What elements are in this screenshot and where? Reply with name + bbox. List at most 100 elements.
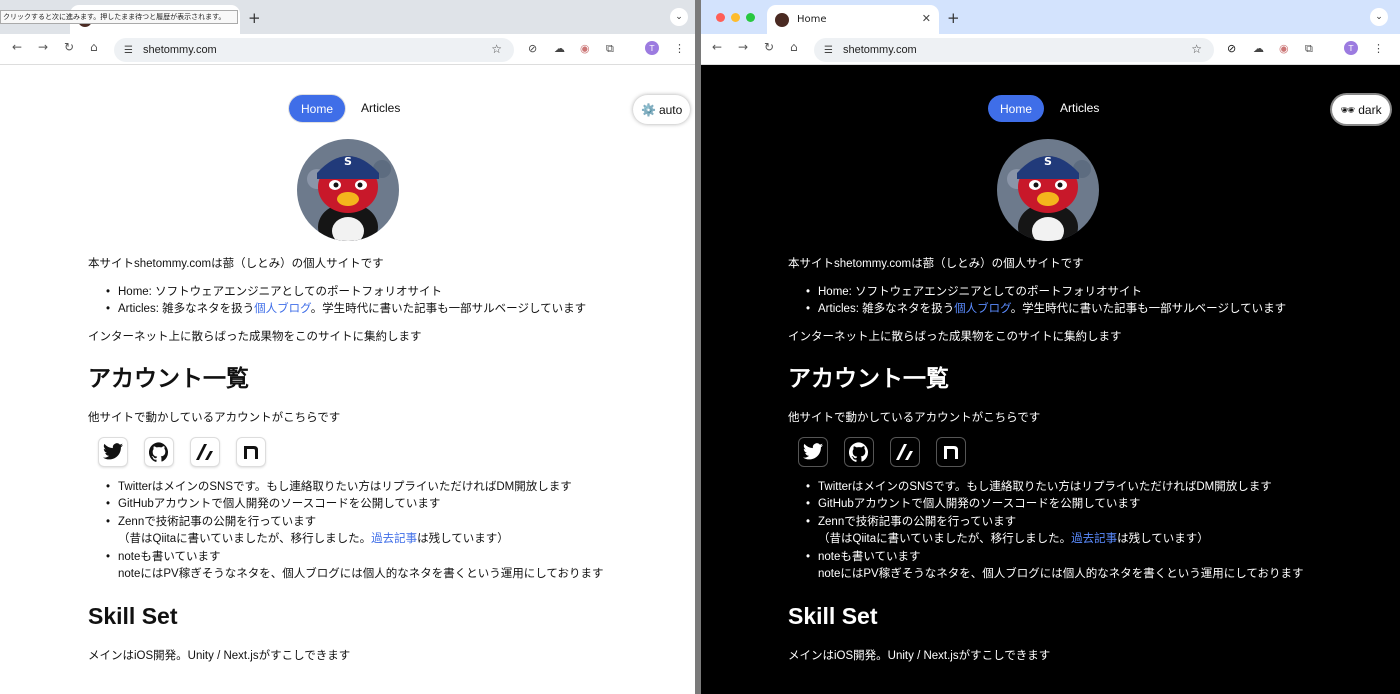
new-tab-button[interactable]: + (947, 9, 960, 27)
intro-articles-text: Articles: 雑多なネタを扱う (118, 303, 255, 315)
browser-toolbar: ← → ↻ ⌂ ☰ shetommy.com ☆ ⊘ ☁ ◉ ⧉ ⋮ (701, 34, 1400, 65)
zoom-window-icon[interactable] (746, 13, 755, 22)
tab-home[interactable]: Home ✕ (767, 5, 939, 34)
list-item: Home: ソフトウェアエンジニアとしてのポートフォリオサイト (106, 284, 608, 302)
accounts-desc: 他サイトで動かしているアカウントがこちらです (788, 412, 1041, 424)
page-content: Home Articles 🕶 dark S 本サイトshetommy.comは… (701, 65, 1400, 694)
tab-strip: Home ✕ クリックすると次に進みます。押したまま待つと履歴が表示されます。 … (0, 0, 695, 34)
block-icon[interactable]: ⊘ (528, 42, 537, 55)
bookmark-star-icon[interactable]: ☆ (491, 42, 502, 56)
minimize-window-icon[interactable] (731, 13, 740, 22)
github-icon[interactable] (144, 436, 174, 467)
nav-home-button[interactable]: Home (289, 95, 345, 122)
intro-articles-suffix: 。学生時代に書いた記事も一部サルベージしています (310, 303, 587, 315)
tab-search-button[interactable]: ⌄ (1370, 8, 1388, 26)
forward-arrow-icon[interactable]: → (38, 40, 48, 54)
intro-text: 本サイトshetommy.comは蔀（しとみ）の個人サイトです (788, 258, 1084, 270)
list-item: Articles: 雑多なネタを扱う個人ブログ。学生時代に書いた記事も一部サルベ… (106, 301, 608, 319)
nav-articles-link[interactable]: Articles (361, 101, 400, 115)
theme-toggle-button[interactable]: ⚙️ auto (633, 95, 691, 124)
block-icon[interactable]: ⊘ (1227, 42, 1236, 55)
github-desc: GitHubアカウントで個人開発のソースコードを公開しています (818, 498, 1141, 510)
main-article: 本サイトshetommy.comは蔀（しとみ）の個人サイトです Home: ソフ… (788, 256, 1308, 665)
sunglasses-icon: 🕶 (1340, 102, 1356, 117)
list-item: Home: ソフトウェアエンジニアとしてのポートフォリオサイト (806, 284, 1308, 302)
profile-avatar[interactable]: T (1344, 41, 1358, 55)
back-arrow-icon[interactable]: ← (712, 40, 722, 54)
blog-link[interactable]: 個人ブログ (954, 303, 1011, 315)
reload-icon[interactable]: ↻ (764, 40, 774, 54)
close-window-icon[interactable] (716, 13, 725, 22)
skill-desc: メインはiOS開発。Unity / Next.jsがすこしできます (788, 649, 1051, 662)
bookmark-star-icon[interactable]: ☆ (1191, 42, 1202, 56)
extension-avatar-icon[interactable]: ◉ (580, 42, 590, 55)
accounts-heading: アカウント一覧 (88, 365, 249, 391)
site-info-icon[interactable]: ☰ (124, 45, 133, 56)
twitter-icon[interactable] (98, 436, 128, 467)
note-icon[interactable] (936, 436, 966, 467)
list-item: TwitterはメインのSNSです。もし連絡取りたい方はリプライいただければDM… (806, 479, 1308, 497)
list-item: Articles: 雑多なネタを扱う個人ブログ。学生時代に書いた記事も一部サルベ… (806, 301, 1308, 319)
close-tab-icon[interactable]: ✕ (922, 12, 931, 25)
home-icon[interactable]: ⌂ (90, 40, 98, 54)
reload-icon[interactable]: ↻ (64, 40, 74, 54)
favicon-icon (775, 12, 789, 27)
note-icon[interactable] (236, 436, 266, 467)
zenn-icon[interactable] (190, 436, 220, 467)
skill-desc: メインはiOS開発。Unity / Next.jsがすこしできます (88, 649, 351, 662)
list-item: GitHubアカウントで個人開発のソースコードを公開しています (106, 496, 608, 514)
address-bar[interactable]: ☰ shetommy.com ☆ (814, 38, 1214, 62)
accounts-list: TwitterはメインのSNSです。もし連絡取りたい方はリプライいただければDM… (788, 479, 1308, 584)
back-button-tooltip: クリックすると次に進みます。押したまま待つと履歴が表示されます。 (0, 10, 238, 24)
accounts-heading: アカウント一覧 (788, 365, 949, 391)
intro-articles-suffix: 。学生時代に書いた記事も一部サルベージしています (1010, 303, 1287, 315)
extensions-puzzle-icon[interactable]: ⧉ (606, 42, 614, 56)
list-item: noteも書いています noteにはPV稼ぎそうなネタを、個人ブログには個人的なネ… (106, 549, 608, 584)
blog-link[interactable]: 個人ブログ (254, 303, 311, 315)
zenn-icon[interactable] (890, 436, 920, 467)
theme-label: dark (1358, 102, 1382, 117)
zenn-desc: Zennで技術記事の公開を行っています (118, 515, 317, 528)
menu-kebab-icon[interactable]: ⋮ (1373, 42, 1384, 55)
collect-text: インターネット上に散らばった成果物をこのサイトに集約します (788, 330, 1122, 343)
qiita-past-articles-link[interactable]: 過去記事 (371, 533, 417, 545)
profile-avatar[interactable]: T (645, 41, 659, 55)
svg-text:S: S (344, 155, 352, 168)
menu-kebab-icon[interactable]: ⋮ (674, 42, 685, 55)
new-tab-button[interactable]: + (248, 9, 261, 27)
site-info-icon[interactable]: ☰ (824, 45, 833, 56)
home-icon[interactable]: ⌂ (790, 40, 798, 54)
theme-toggle-button[interactable]: 🕶 dark (1332, 95, 1390, 124)
qiita-past-articles-link[interactable]: 過去記事 (1071, 533, 1117, 545)
nav-articles-link[interactable]: Articles (1060, 101, 1099, 115)
twitter-icon[interactable] (798, 436, 828, 467)
extension-avatar-icon[interactable]: ◉ (1279, 42, 1289, 55)
back-arrow-icon[interactable]: ← (12, 40, 22, 54)
cloud-icon[interactable]: ☁ (554, 42, 565, 55)
github-desc: GitHubアカウントで個人開発のソースコードを公開しています (118, 498, 441, 510)
address-bar[interactable]: ☰ shetommy.com ☆ (114, 38, 514, 62)
intro-list: Home: ソフトウェアエンジニアとしてのポートフォリオサイト Articles… (88, 284, 608, 319)
extensions-puzzle-icon[interactable]: ⧉ (1305, 42, 1313, 56)
list-item: GitHubアカウントで個人開発のソースコードを公開しています (806, 496, 1308, 514)
intro-home-text: Home: ソフトウェアエンジニアとしてのポートフォリオサイト (118, 285, 442, 298)
url-text: shetommy.com (142, 44, 217, 56)
zenn-desc-suffix: は残しています） (417, 533, 509, 545)
cloud-icon[interactable]: ☁ (1253, 42, 1264, 55)
skill-heading: Skill Set (88, 602, 178, 629)
zenn-desc: Zennで技術記事の公開を行っています (818, 515, 1017, 528)
tab-title: Home (797, 14, 827, 25)
main-article: 本サイトshetommy.comは蔀（しとみ）の個人サイトです Home: ソフ… (88, 256, 608, 665)
forward-arrow-icon[interactable]: → (738, 40, 748, 54)
twitter-desc: TwitterはメインのSNSです。もし連絡取りたい方はリプライいただければDM… (818, 480, 1272, 493)
skill-heading: Skill Set (788, 602, 878, 629)
list-item: Zennで技術記事の公開を行っています （昔はQiitaに書いていましたが、移行し… (806, 514, 1308, 549)
nav-home-button[interactable]: Home (988, 95, 1044, 122)
note-desc: noteも書いています (118, 550, 221, 563)
list-item: TwitterはメインのSNSです。もし連絡取りたい方はリプライいただければDM… (106, 479, 608, 497)
browser-window-light: Home ✕ クリックすると次に進みます。押したまま待つと履歴が表示されます。 … (0, 0, 695, 694)
accounts-list: TwitterはメインのSNSです。もし連絡取りたい方はリプライいただければDM… (88, 479, 608, 584)
github-icon[interactable] (844, 436, 874, 467)
tab-search-button[interactable]: ⌄ (670, 8, 688, 26)
social-links (98, 436, 608, 467)
